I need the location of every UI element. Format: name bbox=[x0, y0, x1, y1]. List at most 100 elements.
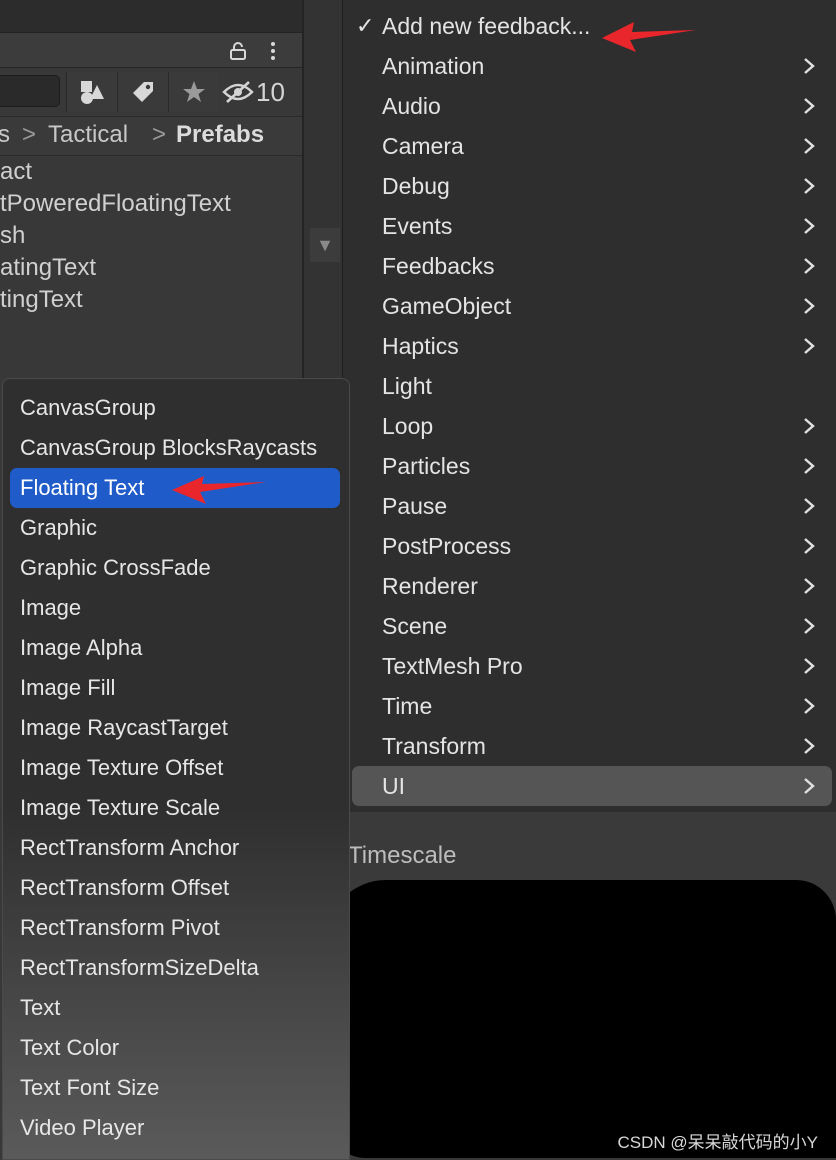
menu-item-label: Haptics bbox=[382, 333, 459, 359]
checkmark-icon: ✓ bbox=[356, 13, 375, 38]
menu-item-scene[interactable]: Scene bbox=[352, 606, 832, 646]
search-by-type-button[interactable] bbox=[66, 72, 117, 112]
submenu-item-text-color[interactable]: Text Color bbox=[10, 1028, 340, 1068]
submenu-item-canvasgroup[interactable]: CanvasGroup bbox=[10, 388, 340, 428]
menu-item-label: Events bbox=[382, 213, 453, 239]
menu-item-audio[interactable]: Audio bbox=[352, 86, 832, 126]
submenu-item-label: Text bbox=[20, 995, 61, 1020]
menu-item-label: Feedbacks bbox=[382, 253, 495, 279]
submenu-item-recttransform-anchor[interactable]: RectTransform Anchor bbox=[10, 828, 340, 868]
submenu-item-canvasgroup-blocksraycasts[interactable]: CanvasGroup BlocksRaycasts bbox=[10, 428, 340, 468]
menu-item-feedbacks[interactable]: Feedbacks bbox=[352, 246, 832, 286]
breadcrumb-item[interactable]: Tactical bbox=[48, 117, 128, 153]
more-options-icon[interactable] bbox=[266, 40, 280, 62]
menu-item-renderer[interactable]: Renderer bbox=[352, 566, 832, 606]
submenu-item-image-texture-offset[interactable]: Image Texture Offset bbox=[10, 748, 340, 788]
menu-item-camera[interactable]: Camera bbox=[352, 126, 832, 166]
submenu-item-label: Image bbox=[20, 595, 82, 620]
menu-item-transform[interactable]: Transform bbox=[352, 726, 832, 766]
menu-item-textmesh-pro[interactable]: TextMesh Pro bbox=[352, 646, 832, 686]
chevron-right-icon bbox=[800, 126, 818, 166]
submenu-item-image-texture-scale[interactable]: Image Texture Scale bbox=[10, 788, 340, 828]
submenu-item-label: RectTransform Offset bbox=[20, 875, 230, 900]
star-icon bbox=[183, 81, 205, 102]
menu-item-debug[interactable]: Debug bbox=[352, 166, 832, 206]
chevron-right-icon bbox=[800, 766, 818, 806]
watermark: CSDN @呆呆敲代码的小Y bbox=[617, 1133, 819, 1152]
chevron-right-icon bbox=[800, 206, 818, 246]
submenu-item-label: Image RaycastTarget bbox=[20, 715, 228, 740]
favorites-button[interactable] bbox=[168, 72, 219, 112]
section-label: Timescale bbox=[348, 842, 457, 869]
annotation-arrow-icon bbox=[172, 476, 266, 504]
menu-item-label: Transform bbox=[382, 733, 486, 759]
list-item[interactable]: tingText bbox=[0, 284, 302, 316]
breadcrumb-item[interactable]: s bbox=[0, 117, 10, 153]
list-item[interactable]: sh bbox=[0, 220, 302, 252]
menu-item-pause[interactable]: Pause bbox=[352, 486, 832, 526]
menu-item-haptics[interactable]: Haptics bbox=[352, 326, 832, 366]
submenu-item-recttransformsizedelta[interactable]: RectTransformSizeDelta bbox=[10, 948, 340, 988]
menu-item-animation[interactable]: Animation bbox=[352, 46, 832, 86]
menu-item-label: Scene bbox=[382, 613, 448, 639]
menu-item-loop[interactable]: Loop bbox=[352, 406, 832, 446]
submenu-item-text-font-size[interactable]: Text Font Size bbox=[10, 1068, 340, 1108]
breadcrumb: s > Tactical > Prefabs bbox=[0, 116, 302, 156]
list-item[interactable]: atingText bbox=[0, 252, 302, 284]
chevron-right-icon bbox=[800, 46, 818, 86]
shapes-icon bbox=[81, 81, 104, 104]
chevron-right-icon bbox=[800, 406, 818, 446]
submenu-item-image-raycasttarget[interactable]: Image RaycastTarget bbox=[10, 708, 340, 748]
chevron-right-icon bbox=[800, 326, 818, 366]
menu-item-light[interactable]: Light bbox=[352, 366, 832, 406]
chevron-right-icon bbox=[800, 446, 818, 486]
submenu-item-label: RectTransformSizeDelta bbox=[20, 955, 259, 980]
submenu-item-label: Image Texture Offset bbox=[20, 755, 224, 780]
chevron-right-icon bbox=[800, 526, 818, 566]
submenu-item-text[interactable]: Text bbox=[10, 988, 340, 1028]
menu-item-label: Renderer bbox=[382, 573, 478, 599]
submenu-item-label: Video Player bbox=[20, 1115, 145, 1140]
submenu-item-image[interactable]: Image bbox=[10, 588, 340, 628]
submenu-item-label: RectTransform Anchor bbox=[20, 835, 240, 860]
chevron-right-icon bbox=[800, 606, 818, 646]
submenu-item-label: Image Alpha bbox=[20, 635, 143, 660]
menu-item-postprocess[interactable]: PostProcess bbox=[352, 526, 832, 566]
breadcrumb-current[interactable]: Prefabs bbox=[176, 117, 264, 153]
menu-item-events[interactable]: Events bbox=[352, 206, 832, 246]
submenu-item-label: Graphic bbox=[20, 515, 98, 540]
submenu-item-label: Graphic CrossFade bbox=[20, 555, 211, 580]
chevron-right-icon bbox=[800, 686, 818, 726]
submenu-item-image-alpha[interactable]: Image Alpha bbox=[10, 628, 340, 668]
menu-item-label: Audio bbox=[382, 93, 441, 119]
submenu-item-graphic-crossfade[interactable]: Graphic CrossFade bbox=[10, 548, 340, 588]
submenu-item-label: Floating Text bbox=[20, 475, 145, 500]
list-item[interactable]: act bbox=[0, 156, 302, 188]
submenu-item-label: Image Texture Scale bbox=[20, 795, 221, 820]
submenu-item-recttransform-pivot[interactable]: RectTransform Pivot bbox=[10, 908, 340, 948]
hidden-packages-toggle[interactable]: 10 bbox=[222, 72, 302, 112]
submenu-item-label: Text Color bbox=[20, 1035, 120, 1060]
submenu-item-recttransform-offset[interactable]: RectTransform Offset bbox=[10, 868, 340, 908]
menu-item-particles[interactable]: Particles bbox=[352, 446, 832, 486]
search-input[interactable] bbox=[0, 75, 60, 107]
submenu-item-video-player[interactable]: Video Player bbox=[10, 1108, 340, 1148]
search-by-label-button[interactable] bbox=[117, 72, 168, 112]
lock-icon[interactable] bbox=[228, 41, 248, 61]
submenu-item-image-fill[interactable]: Image Fill bbox=[10, 668, 340, 708]
foldout-triangle-icon[interactable]: ▼ bbox=[310, 228, 340, 262]
chevron-right-icon bbox=[800, 726, 818, 766]
list-item[interactable]: tPoweredFloatingText bbox=[0, 188, 302, 220]
chevron-right-icon bbox=[800, 166, 818, 206]
panel-top-strip bbox=[0, 0, 302, 33]
menu-item-label: Animation bbox=[382, 53, 485, 79]
project-panel: 10 s > Tactical > Prefabs act tPoweredFl… bbox=[0, 0, 302, 380]
menu-item-time[interactable]: Time bbox=[352, 686, 832, 726]
menu-item-ui[interactable]: UI bbox=[352, 766, 832, 806]
submenu-item-label: RectTransform Pivot bbox=[20, 915, 220, 940]
menu-item-label: Light bbox=[382, 373, 432, 399]
menu-item-gameobject[interactable]: GameObject bbox=[352, 286, 832, 326]
eye-slash-icon bbox=[222, 81, 254, 103]
menu-item-add-new-feedback[interactable]: ✓ Add new feedback... bbox=[352, 6, 832, 46]
submenu-item-graphic[interactable]: Graphic bbox=[10, 508, 340, 548]
